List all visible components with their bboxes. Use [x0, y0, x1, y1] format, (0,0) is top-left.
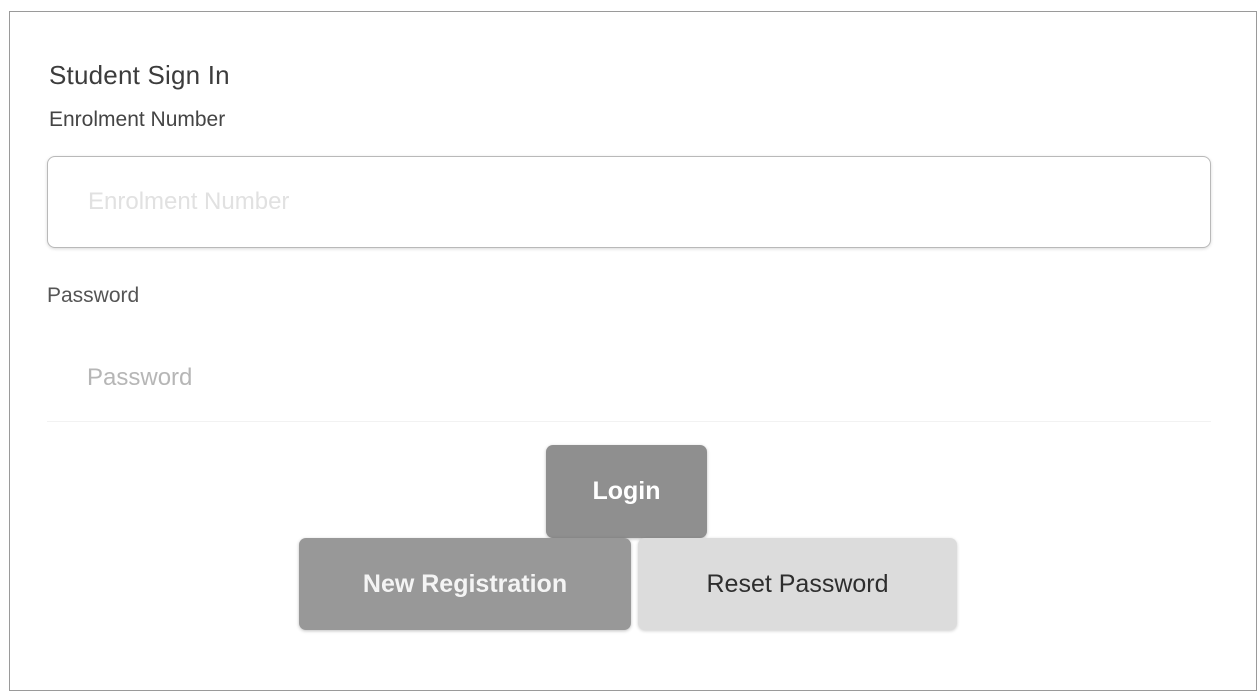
reset-password-button[interactable]: Reset Password	[638, 538, 957, 630]
enrolment-number-label: Enrolment Number	[49, 108, 226, 131]
page-title: Student Sign In	[49, 60, 230, 90]
login-button[interactable]: Login	[546, 445, 707, 538]
password-input[interactable]	[47, 334, 1211, 422]
enrolment-number-input[interactable]	[47, 156, 1211, 248]
new-registration-button[interactable]: New Registration	[299, 538, 631, 630]
password-label: Password	[47, 284, 140, 307]
